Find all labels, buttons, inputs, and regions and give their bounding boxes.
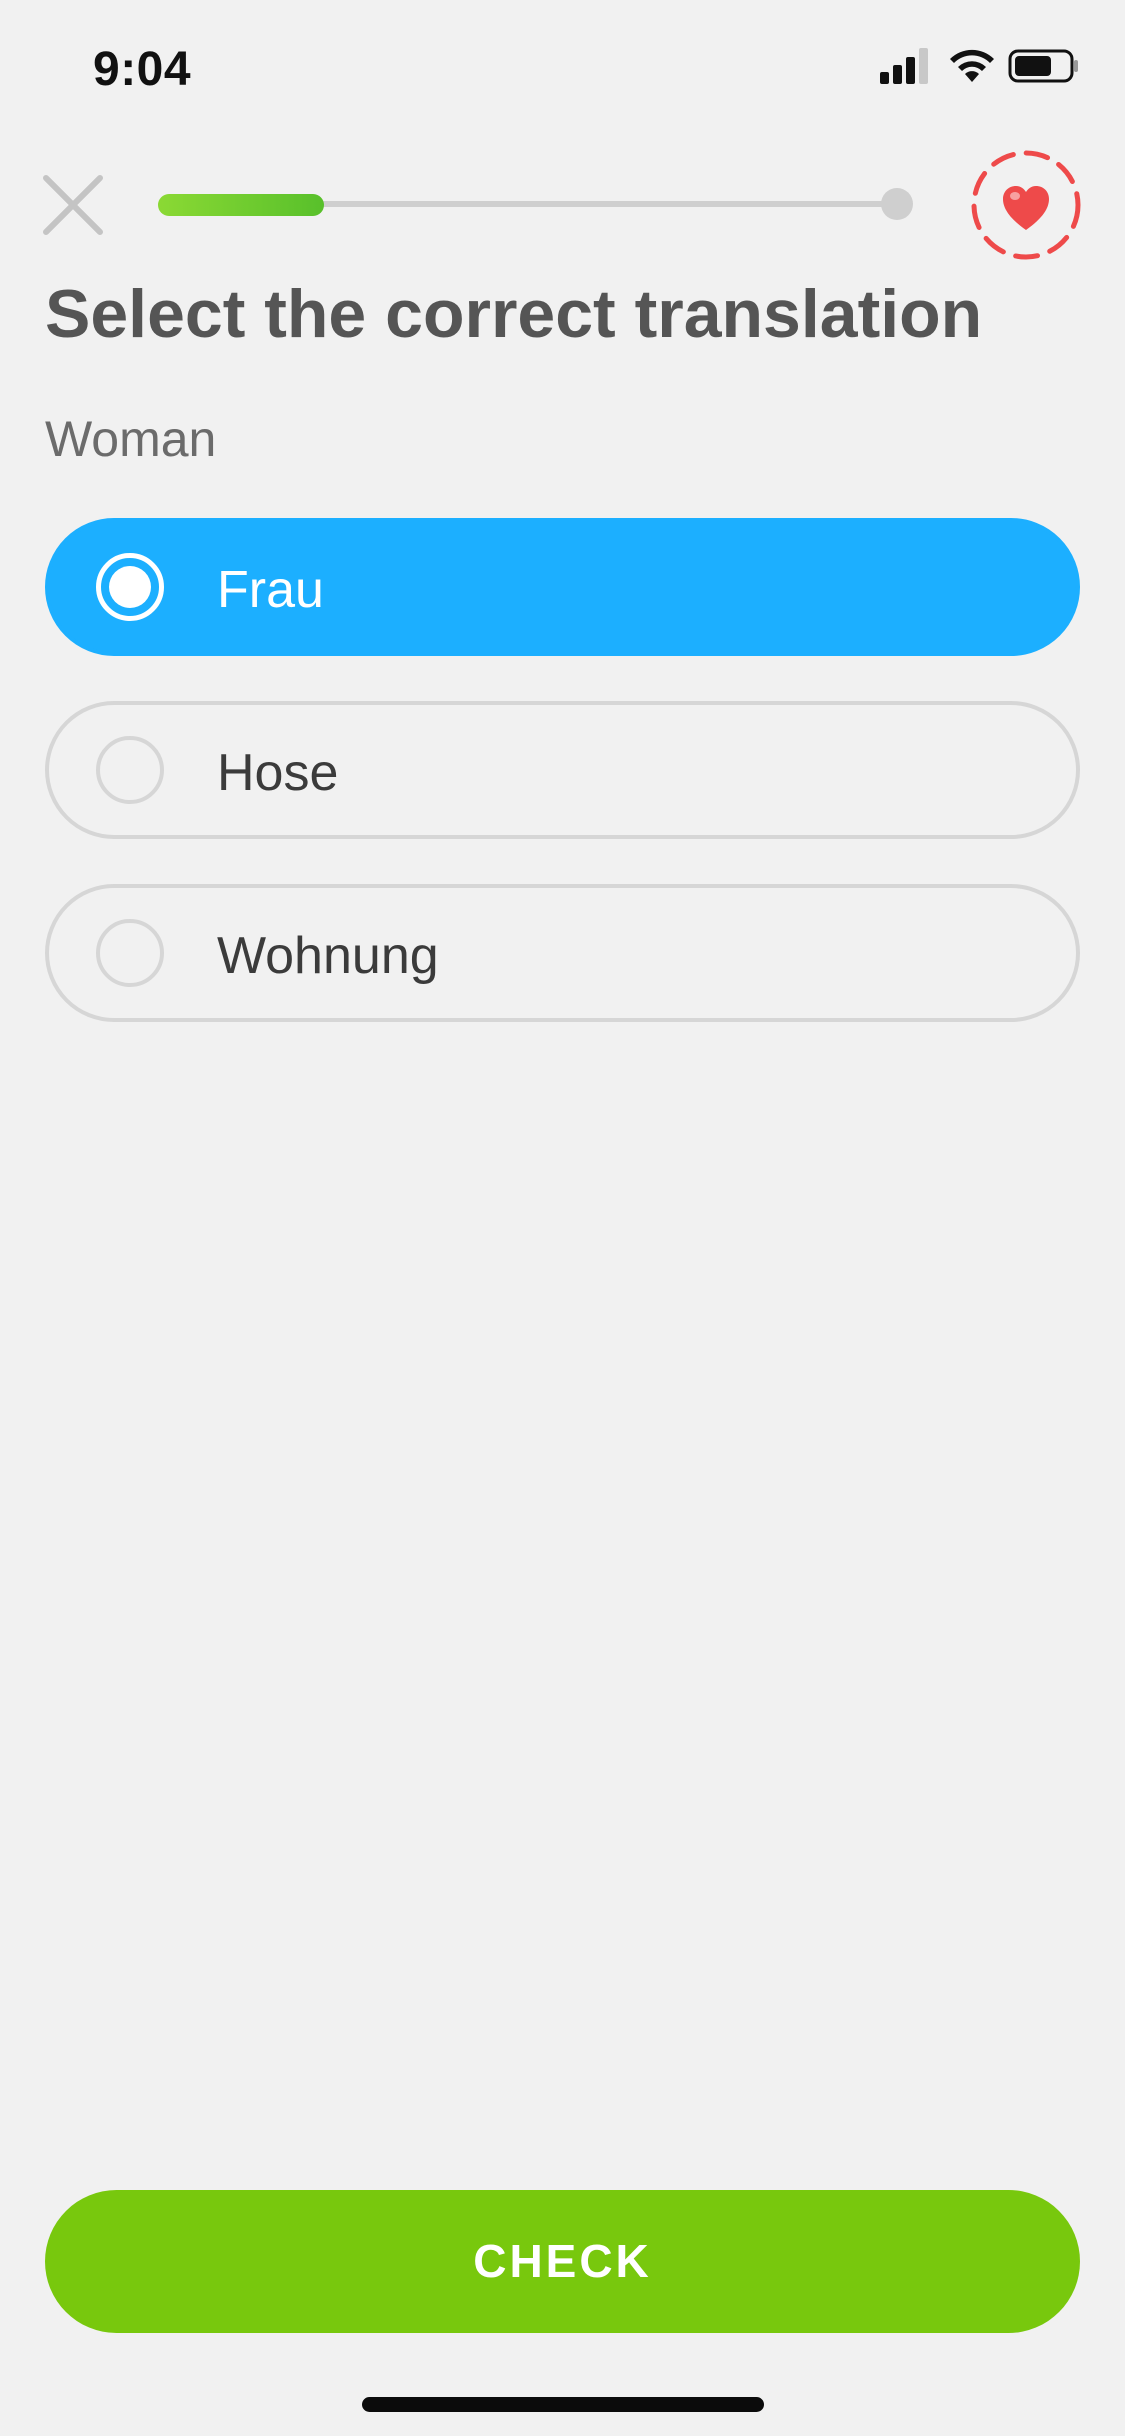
- answer-option-hose[interactable]: Hose: [45, 701, 1080, 839]
- progress-fill: [158, 194, 324, 216]
- lesson-progress-bar: [158, 188, 913, 220]
- home-indicator[interactable]: [362, 2397, 764, 2412]
- radio-selected-dot: [109, 566, 151, 608]
- check-button[interactable]: CHECK: [45, 2190, 1080, 2333]
- answer-option-wohnung[interactable]: Wohnung: [45, 884, 1080, 1022]
- status-time: 9:04: [93, 43, 192, 96]
- lesson-screen: 9:04 Select the correct translation Woma…: [0, 0, 1125, 2436]
- status-icons: [880, 48, 1080, 88]
- answer-option-frau[interactable]: Frau: [45, 518, 1080, 656]
- heart-icon: [971, 150, 1081, 260]
- radio-button[interactable]: [96, 919, 164, 987]
- option-label: Frau: [217, 561, 324, 619]
- wifi-icon: [950, 49, 994, 82]
- hearts-button[interactable]: [969, 148, 1083, 262]
- cellular-signal-icon: [880, 48, 928, 84]
- radio-button[interactable]: [96, 553, 164, 621]
- close-button[interactable]: [38, 170, 108, 240]
- progress-end-dot: [881, 188, 913, 220]
- battery-icon: [1008, 49, 1078, 83]
- exercise-title: Select the correct translation: [45, 276, 983, 352]
- prompt-word: Woman: [45, 411, 217, 467]
- radio-button[interactable]: [96, 736, 164, 804]
- option-label: Hose: [217, 744, 339, 802]
- option-label: Wohnung: [217, 927, 439, 985]
- close-icon: [43, 175, 103, 235]
